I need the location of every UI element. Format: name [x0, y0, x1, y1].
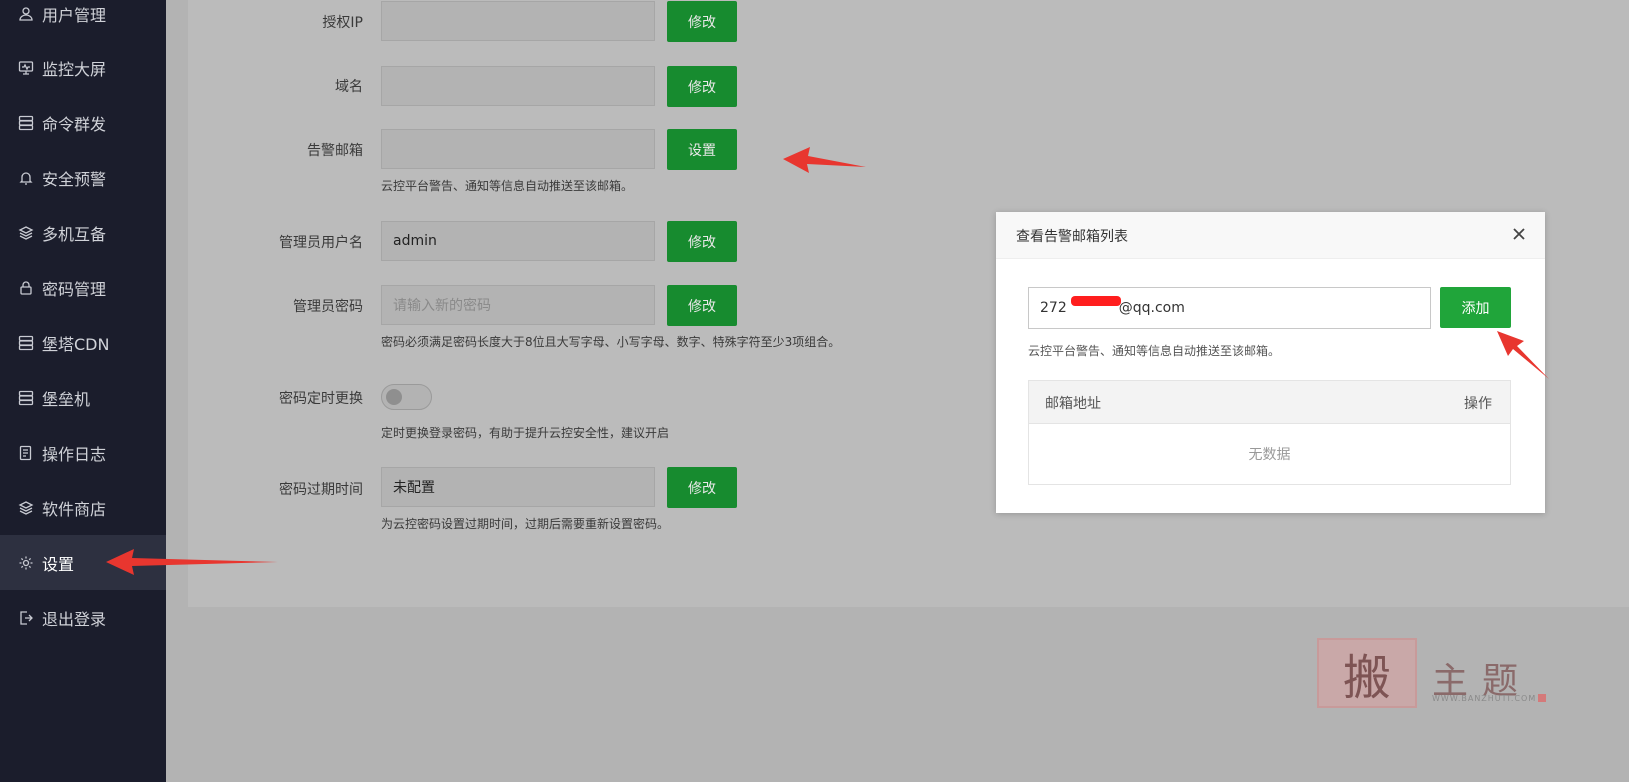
- server-icon: [18, 335, 34, 351]
- watermark-url: WWW.BANZHUTI.COM: [1432, 694, 1537, 703]
- sidebar-item-label: 用户管理: [42, 5, 107, 25]
- watermark-dot: [1538, 694, 1546, 702]
- sidebar-item-password[interactable]: 密码管理: [0, 260, 166, 315]
- sidebar-item-settings[interactable]: 设置: [0, 535, 166, 590]
- domain-input[interactable]: [381, 66, 655, 106]
- watermark-seal: 搬: [1317, 638, 1417, 708]
- modal-header: 查看告警邮箱列表: [996, 212, 1545, 259]
- table-header: 邮箱地址 操作: [1029, 381, 1510, 424]
- sidebar-item-logout[interactable]: 退出登录: [0, 590, 166, 645]
- password-expiry-edit-button[interactable]: 修改: [667, 467, 737, 508]
- password-expiry-label: 密码过期时间: [279, 482, 363, 498]
- sidebar-item-backup[interactable]: 多机互备: [0, 205, 166, 260]
- auth-ip-edit-button[interactable]: 修改: [667, 1, 737, 42]
- auth-ip-input[interactable]: [381, 1, 655, 41]
- logout-icon: [18, 610, 34, 626]
- alert-email-modal: 查看告警邮箱列表 272 @qq.com 添加 云控平台警告、通知等信息自动推送至…: [996, 212, 1545, 513]
- sidebar-item-label: 堡垒机: [42, 389, 91, 409]
- password-rotation-hint: 定时更换登录密码，有助于提升云控安全性，建议开启: [381, 426, 670, 440]
- sidebar-item-label: 监控大屏: [42, 59, 107, 79]
- alert-email-hint: 云控平台警告、通知等信息自动推送至该邮箱。: [381, 179, 634, 193]
- domain-edit-button[interactable]: 修改: [667, 66, 737, 107]
- admin-password-hint: 密码必须满足密码长度大于8位且大写字母、小写字母、数字、特殊字符至少3项组合。: [381, 335, 841, 349]
- log-icon: [18, 445, 34, 461]
- add-email-button[interactable]: 添加: [1440, 287, 1511, 328]
- sidebar-item-label: 操作日志: [42, 444, 107, 464]
- column-actions: 操作: [1464, 396, 1492, 412]
- monitor-icon: [18, 60, 34, 76]
- toggle-knob: [386, 389, 402, 405]
- sidebar-item-label: 多机互备: [42, 224, 107, 244]
- sidebar-item-bastion[interactable]: 堡垒机: [0, 370, 166, 425]
- password-expiry-hint: 为云控密码设置过期时间，过期后需要重新设置密码。: [381, 517, 670, 531]
- sidebar: 用户管理 监控大屏 命令群发 安全预警 多机互备 密码管理 堡塔CDN 堡垒机 …: [0, 0, 166, 782]
- sidebar-item-label: 软件商店: [42, 499, 107, 519]
- modal-title: 查看告警邮箱列表: [1016, 229, 1128, 245]
- sidebar-item-label: 安全预警: [42, 169, 107, 189]
- layers-icon: [18, 225, 34, 241]
- sidebar-item-label: 命令群发: [42, 114, 107, 134]
- server-icon: [18, 115, 34, 131]
- email-table: 邮箱地址 操作 无数据: [1028, 380, 1511, 485]
- modal-hint: 云控平台警告、通知等信息自动推送至该邮箱。: [1028, 344, 1281, 358]
- sidebar-item-label: 退出登录: [42, 609, 107, 629]
- email-prefix: 272: [1040, 300, 1067, 316]
- server-icon: [18, 390, 34, 406]
- alert-email-input[interactable]: [381, 129, 655, 169]
- password-expiry-input[interactable]: 未配置: [381, 467, 655, 507]
- sidebar-item-label: 堡塔CDN: [42, 334, 110, 354]
- sidebar-item-command[interactable]: 命令群发: [0, 95, 166, 150]
- redaction-mark: [1071, 296, 1121, 306]
- sidebar-item-label: 密码管理: [42, 279, 107, 299]
- email-input[interactable]: 272 @qq.com: [1028, 287, 1431, 329]
- sidebar-item-monitor[interactable]: 监控大屏: [0, 40, 166, 95]
- password-rotation-label: 密码定时更换: [279, 391, 363, 407]
- admin-username-label: 管理员用户名: [279, 235, 363, 251]
- lock-icon: [18, 280, 34, 296]
- admin-password-label: 管理员密码: [293, 299, 363, 315]
- user-icon: [18, 6, 34, 22]
- password-rotation-toggle[interactable]: [381, 384, 432, 410]
- sidebar-item-security-alert[interactable]: 安全预警: [0, 150, 166, 205]
- table-empty-text: 无数据: [1248, 446, 1291, 463]
- alert-email-set-button[interactable]: 设置: [667, 129, 737, 170]
- sidebar-item-store[interactable]: 软件商店: [0, 480, 166, 535]
- layers-icon: [18, 500, 34, 516]
- bell-icon: [18, 170, 34, 186]
- sidebar-item-logs[interactable]: 操作日志: [0, 425, 166, 480]
- admin-password-input[interactable]: 请输入新的密码: [381, 285, 655, 325]
- alert-email-label: 告警邮箱: [307, 143, 363, 159]
- sidebar-item-cdn[interactable]: 堡塔CDN: [0, 315, 166, 370]
- admin-password-edit-button[interactable]: 修改: [667, 285, 737, 326]
- sidebar-item-label: 设置: [42, 554, 75, 574]
- auth-ip-label: 授权IP: [322, 15, 363, 31]
- admin-username-input[interactable]: admin: [381, 221, 655, 261]
- close-icon[interactable]: [1511, 226, 1527, 242]
- admin-username-edit-button[interactable]: 修改: [667, 221, 737, 262]
- column-email-address: 邮箱地址: [1045, 396, 1101, 412]
- sidebar-item-users[interactable]: 用户管理: [0, 0, 166, 41]
- email-suffix: @qq.com: [1118, 300, 1185, 316]
- domain-label: 域名: [335, 79, 363, 95]
- gear-icon: [18, 555, 34, 571]
